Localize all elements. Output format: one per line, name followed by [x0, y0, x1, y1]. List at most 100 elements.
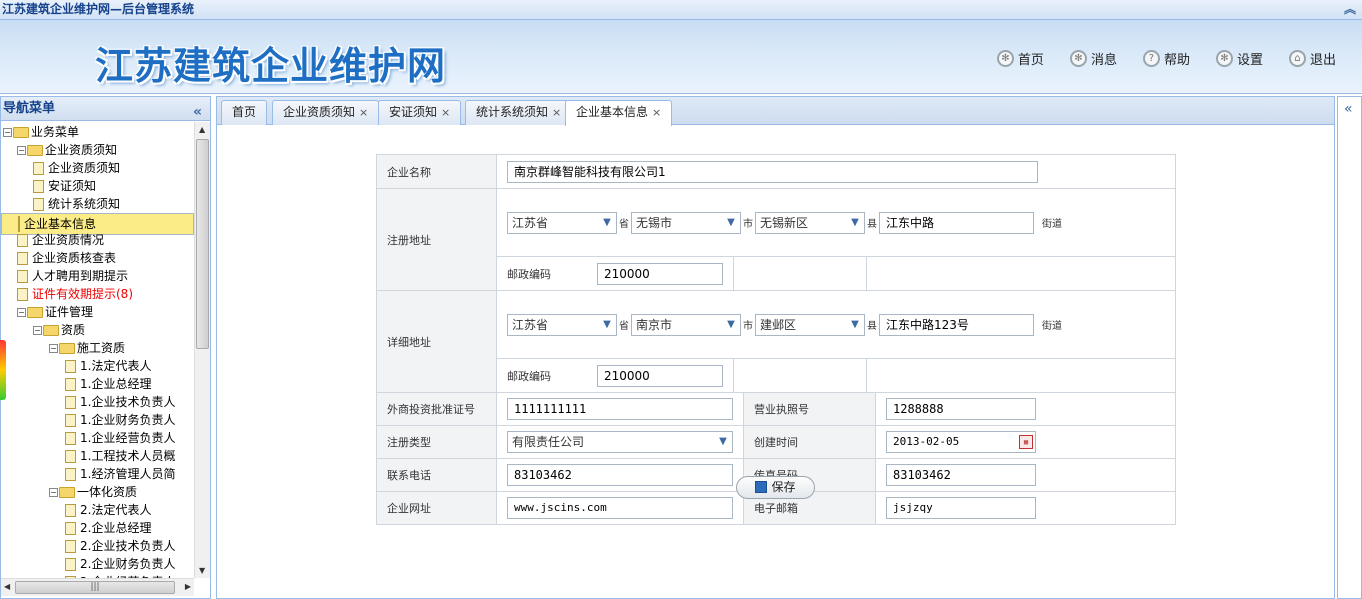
- license-input[interactable]: 1288888: [886, 398, 1036, 420]
- tree-node[interactable]: 2.企业总经理: [65, 519, 151, 537]
- tree-node-label: 证件管理: [45, 305, 94, 319]
- tab-1[interactable]: 企业资质须知 ×: [272, 100, 380, 125]
- scrollbar-thumb[interactable]: |||: [15, 581, 175, 594]
- tree-node[interactable]: − 业务菜单: [3, 123, 79, 141]
- tree-node[interactable]: 证件有效期提示(8): [17, 285, 133, 303]
- phone-input[interactable]: 83103462: [507, 464, 733, 486]
- collapse-toggle-icon[interactable]: −: [49, 343, 58, 353]
- sidebar-title: 导航菜单: [3, 101, 56, 116]
- help-icon: ?: [1142, 50, 1160, 67]
- tree-node[interactable]: − 资质: [33, 321, 85, 339]
- sidebar-vertical-scrollbar[interactable]: ▲ ▼: [194, 122, 210, 578]
- tab-label: 安证须知: [389, 105, 438, 119]
- tree-node[interactable]: 1.企业财务负责人: [65, 411, 175, 429]
- detail-street-input[interactable]: 江东中路123号: [879, 313, 1034, 336]
- reg-district-select[interactable]: 无锡新区 ▼: [755, 211, 865, 234]
- close-icon[interactable]: ×: [552, 106, 561, 119]
- scroll-left-arrow-icon[interactable]: ◀: [4, 582, 10, 591]
- close-icon[interactable]: ×: [441, 106, 450, 119]
- created-date-input[interactable]: 2013-02-05 ▦: [886, 431, 1036, 453]
- topnav-item-4[interactable]: ⌂ 退出: [1288, 49, 1336, 68]
- scroll-down-arrow-icon[interactable]: ▼: [199, 566, 205, 575]
- document-icon: [17, 251, 28, 265]
- document-icon: [17, 269, 28, 283]
- calendar-icon[interactable]: ▦: [1019, 435, 1033, 449]
- topnav-item-2[interactable]: ? 帮助: [1142, 49, 1190, 68]
- website-input[interactable]: www.jscins.com: [507, 497, 733, 519]
- tree-node[interactable]: 企业资质情况: [17, 231, 104, 249]
- detail-postal-input[interactable]: 210000: [597, 364, 723, 387]
- tree-node[interactable]: 1.企业经营负责人: [65, 429, 175, 447]
- scroll-right-arrow-icon[interactable]: ▶: [185, 582, 191, 591]
- topnav-item-3[interactable]: ✻ 设置: [1215, 49, 1263, 68]
- topnav-item-1[interactable]: ✻ 消息: [1069, 49, 1117, 68]
- close-icon[interactable]: ×: [652, 106, 661, 119]
- collapse-toggle-icon[interactable]: −: [17, 145, 26, 155]
- tree-node[interactable]: 企业资质须知: [33, 159, 120, 177]
- tab-2[interactable]: 安证须知 ×: [378, 100, 462, 125]
- license-label: 营业执照号: [743, 392, 876, 426]
- tree-node[interactable]: 人才聘用到期提示: [17, 267, 128, 285]
- tree-node[interactable]: 2.法定代表人: [65, 501, 151, 519]
- tree-node-label: 企业基本信息: [24, 217, 97, 231]
- chevron-down-icon: ▼: [851, 216, 859, 228]
- save-button[interactable]: 保存: [736, 476, 815, 499]
- tree-node[interactable]: 1.经济管理人员简: [65, 465, 175, 483]
- gear-icon: ✻: [1215, 50, 1233, 67]
- tree-node[interactable]: 2.企业技术负责人: [65, 537, 175, 555]
- collapse-up-icon[interactable]: ︽: [1344, 0, 1356, 19]
- foreign-approval-input[interactable]: 1111111111: [507, 398, 733, 420]
- tab-3[interactable]: 统计系统须知 ×: [465, 100, 573, 125]
- reg-street-input[interactable]: 江东中路: [879, 211, 1034, 234]
- detail-city-select[interactable]: 南京市 ▼: [631, 313, 741, 336]
- foreign-approval-label: 外商投资批准证号: [376, 392, 497, 426]
- topnav-label: 帮助: [1163, 53, 1190, 68]
- tree-node[interactable]: 统计系统须知: [33, 195, 120, 213]
- floppy-disk-icon: [755, 481, 768, 493]
- collapse-toggle-icon[interactable]: −: [33, 325, 42, 335]
- expand-left-icon[interactable]: «: [1344, 101, 1353, 117]
- tree-node-label: 资质: [61, 323, 86, 337]
- sidebar-horizontal-scrollbar[interactable]: ◀ ||| ▶: [1, 578, 194, 596]
- app-titlebar: 江苏建筑企业维护网—后台管理系统 ︽: [0, 0, 1362, 20]
- company-name-input[interactable]: 南京群峰智能科技有限公司1: [507, 160, 1038, 183]
- detail-district-select[interactable]: 建邺区 ▼: [755, 313, 865, 336]
- collapse-toggle-icon[interactable]: −: [17, 307, 26, 317]
- tree-node[interactable]: 企业资质核查表: [17, 249, 116, 267]
- scroll-up-arrow-icon[interactable]: ▲: [199, 125, 205, 134]
- tree-node[interactable]: 2.企业财务负责人: [65, 555, 175, 573]
- reg-type-select[interactable]: 有限责任公司 ▼: [507, 431, 733, 453]
- tab-0[interactable]: 首页: [221, 100, 268, 125]
- tree-node[interactable]: − 一体化资质: [49, 483, 137, 501]
- sidebar: 导航菜单 « − 业务菜单 − 企业资质须知 企业资质须知 安证须知 统计系统须知企业基本信…: [0, 96, 211, 599]
- side-grip-handle[interactable]: [0, 340, 6, 400]
- tab-4[interactable]: 企业基本信息 ×: [565, 100, 673, 126]
- tree-node[interactable]: − 施工资质: [49, 339, 125, 357]
- tree-node[interactable]: 1.法定代表人: [65, 357, 151, 375]
- reg-province-select[interactable]: 江苏省 ▼: [507, 211, 617, 234]
- email-input[interactable]: jsjzqy: [886, 497, 1036, 519]
- tree-node-label: 2.企业技术负责人: [80, 539, 176, 553]
- tree-node[interactable]: − 证件管理: [17, 303, 93, 321]
- reg-type-label: 注册类型: [376, 425, 497, 459]
- fax-input[interactable]: 83103462: [886, 464, 1036, 486]
- document-icon: [65, 359, 76, 373]
- scrollbar-thumb[interactable]: [196, 139, 209, 349]
- detail-province-select[interactable]: 江苏省 ▼: [507, 313, 617, 336]
- site-logo: 江苏建筑企业维护网: [95, 44, 447, 88]
- topnav-item-0[interactable]: ✻ 首页: [996, 49, 1044, 68]
- close-icon[interactable]: ×: [359, 106, 368, 119]
- tree-node[interactable]: 1.企业总经理: [65, 375, 151, 393]
- tree-node[interactable]: − 企业资质须知: [17, 141, 117, 159]
- tree-node-label: 证件有效期提示(8): [32, 287, 133, 301]
- company-name-label: 企业名称: [376, 154, 497, 189]
- reg-city-select[interactable]: 无锡市 ▼: [631, 211, 741, 234]
- collapse-toggle-icon[interactable]: −: [3, 127, 12, 137]
- tree-node[interactable]: 1.工程技术人员概: [65, 447, 175, 465]
- collapse-toggle-icon[interactable]: −: [49, 487, 58, 497]
- collapse-left-icon[interactable]: «: [193, 100, 202, 124]
- tree-node[interactable]: 1.企业技术负责人: [65, 393, 175, 411]
- reg-postal-input[interactable]: 210000: [597, 262, 723, 285]
- folder-icon: [27, 144, 43, 156]
- tree-node[interactable]: 安证须知: [33, 177, 96, 195]
